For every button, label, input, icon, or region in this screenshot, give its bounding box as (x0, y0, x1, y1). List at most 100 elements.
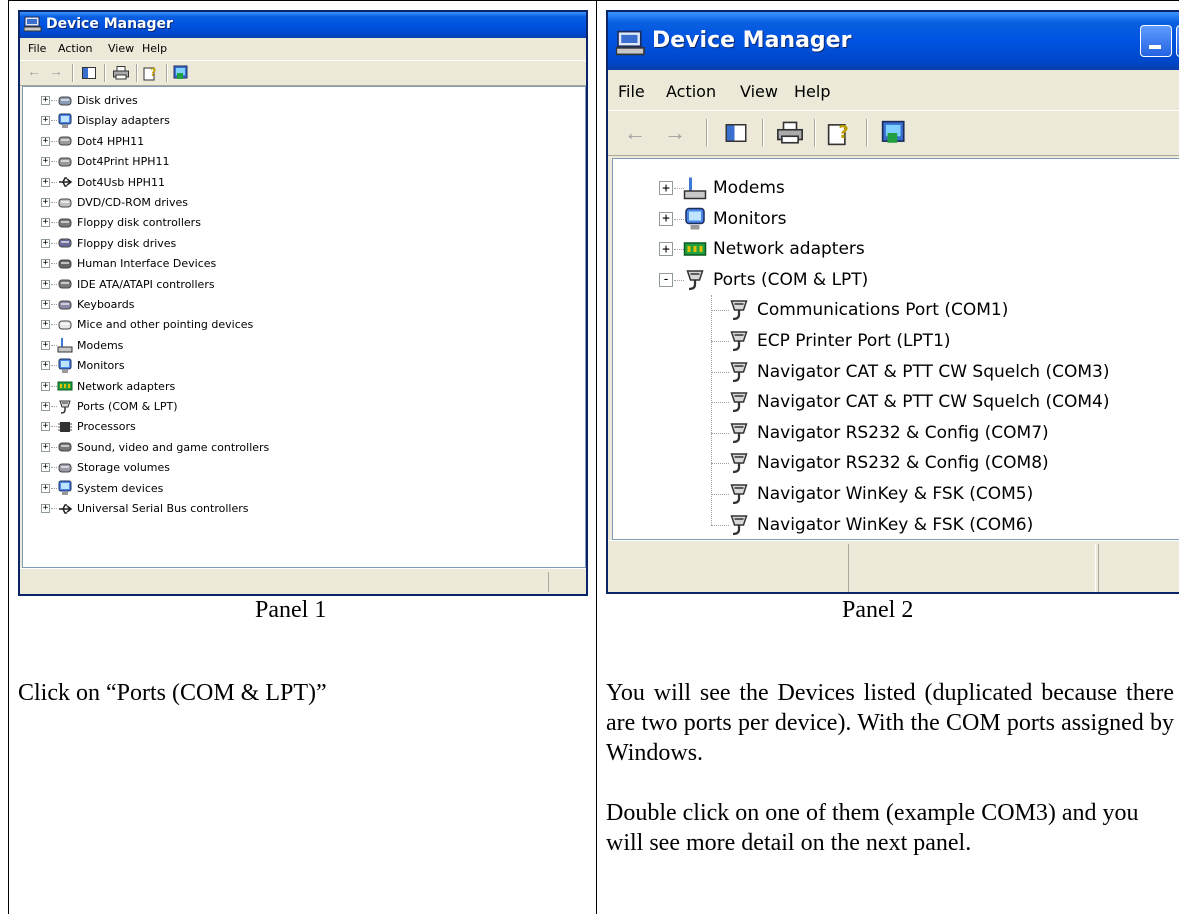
expand-toggle-icon[interactable]: + (41, 259, 50, 269)
expand-toggle-icon[interactable]: + (41, 320, 50, 330)
tree-item[interactable]: Universal Serial Bus controllers (57, 499, 248, 518)
tree-item[interactable]: Storage volumes (57, 458, 170, 477)
expand-toggle-icon[interactable]: + (41, 279, 50, 289)
expand-toggle-icon[interactable]: + (659, 211, 673, 226)
tree-item-label: Network adapters (77, 379, 176, 393)
device-manager-window-panel2: Device Manager File Action View Help ← →… (606, 10, 1179, 594)
port-list-item[interactable]: Navigator RS232 & Config (COM7) (727, 418, 1049, 448)
expand-toggle-icon[interactable]: + (41, 361, 50, 371)
help-properties-icon[interactable]: ? (142, 64, 160, 82)
tree-item[interactable]: Monitors (683, 204, 786, 234)
help-properties-icon[interactable]: ? (826, 119, 854, 147)
menu-view[interactable]: View (108, 42, 134, 55)
tree-item-label: Ports (COM & LPT) (713, 269, 869, 290)
print-icon[interactable] (776, 119, 804, 147)
tree-item-label: Processors (77, 420, 136, 434)
expand-toggle-icon[interactable]: + (41, 136, 50, 146)
tree-item[interactable]: Human Interface Devices (57, 254, 216, 273)
printer-icon (57, 133, 73, 149)
expand-toggle-icon[interactable]: + (41, 463, 50, 473)
forward-arrow-icon[interactable]: → (48, 64, 64, 82)
expand-toggle-icon[interactable]: + (41, 238, 50, 248)
tree-item[interactable]: Dot4Print HPH11 (57, 152, 170, 171)
tree-item[interactable]: Ports (COM & LPT) (57, 397, 178, 416)
tree-item-label: Dot4Print HPH11 (77, 155, 170, 169)
port-list-item[interactable]: Navigator CAT & PTT CW Squelch (COM3) (727, 357, 1109, 387)
port-list-item[interactable]: ECP Printer Port (LPT1) (727, 326, 951, 356)
controller-icon (57, 215, 73, 231)
scan-hardware-icon[interactable] (880, 119, 908, 147)
tree-item[interactable]: Floppy disk drives (57, 234, 176, 253)
expand-toggle-icon[interactable]: + (41, 483, 50, 493)
back-arrow-icon[interactable]: ← (26, 64, 42, 82)
port-label: Navigator WinKey & FSK (COM5) (757, 484, 1034, 504)
collapse-toggle-icon[interactable]: - (659, 272, 673, 287)
toolbar-separator (762, 119, 764, 147)
show-hide-console-tree-icon[interactable] (722, 119, 750, 147)
port-list-item[interactable]: Navigator WinKey & FSK (COM6) (727, 510, 1033, 539)
tree-item[interactable]: Sound, video and game controllers (57, 438, 269, 457)
expand-toggle-icon[interactable]: + (41, 504, 50, 513)
back-arrow-icon[interactable]: ← (622, 119, 648, 147)
print-icon[interactable] (112, 64, 130, 82)
tree-item[interactable]: Keyboards (57, 295, 134, 314)
port-list-item[interactable]: Navigator WinKey & FSK (COM5) (727, 479, 1033, 509)
expand-toggle-icon[interactable]: + (41, 340, 50, 350)
menu-help[interactable]: Help (794, 82, 830, 101)
expand-toggle-icon[interactable]: + (41, 177, 50, 187)
tree-item[interactable]: Mice and other pointing devices (57, 315, 253, 334)
expand-toggle-icon[interactable]: + (659, 181, 673, 195)
tree-item[interactable]: Ports (COM & LPT) (683, 265, 868, 295)
menu-file[interactable]: File (28, 42, 46, 55)
port-list-item[interactable]: Navigator CAT & PTT CW Squelch (COM4) (727, 387, 1109, 417)
expand-toggle-icon[interactable]: + (41, 218, 50, 228)
expand-toggle-icon[interactable]: + (41, 157, 50, 167)
tree-item-label: Storage volumes (77, 461, 171, 475)
menu-action[interactable]: Action (58, 42, 92, 55)
expand-toggle-icon[interactable]: + (41, 402, 50, 411)
minimize-button[interactable] (1140, 25, 1172, 57)
tree-item[interactable]: Dot4 HPH11 (57, 132, 144, 151)
expand-toggle-icon[interactable]: + (41, 198, 50, 207)
tree-item[interactable]: Floppy disk controllers (57, 213, 201, 232)
forward-arrow-icon[interactable]: → (662, 119, 688, 147)
tree-item[interactable]: Display adapters (57, 111, 170, 130)
menu-file[interactable]: File (618, 82, 645, 101)
tree-item-label: IDE ATA/ATAPI controllers (77, 277, 215, 291)
scan-hardware-icon[interactable] (172, 64, 190, 82)
expand-toggle-icon[interactable]: + (41, 96, 50, 105)
expand-toggle-icon[interactable]: + (41, 300, 50, 309)
port-list-item[interactable]: Navigator RS232 & Config (COM8) (727, 448, 1049, 478)
expand-toggle-icon[interactable]: + (41, 116, 50, 126)
usb-icon (57, 501, 73, 517)
expand-toggle-icon[interactable]: + (41, 442, 50, 452)
menu-help[interactable]: Help (142, 42, 167, 55)
tree-item[interactable]: Network adapters (683, 234, 865, 264)
monitor-icon (57, 358, 73, 374)
port-icon (57, 399, 73, 415)
port-list-item[interactable]: Communications Port (COM1) (727, 295, 1008, 325)
tree-item[interactable]: DVD/CD-ROM drives (57, 193, 188, 212)
tree-item[interactable]: Disk drives (57, 91, 138, 110)
title-bar[interactable]: Device Manager (608, 12, 1179, 70)
title-bar[interactable]: Device Manager (20, 12, 586, 38)
expand-toggle-icon[interactable]: + (41, 381, 50, 391)
expand-toggle-icon[interactable]: + (41, 422, 50, 432)
menu-view[interactable]: View (740, 82, 778, 101)
tree-item[interactable]: Processors (57, 417, 136, 436)
tree-item-label: Floppy disk drives (77, 236, 177, 250)
tree-item[interactable]: Monitors (57, 356, 125, 375)
tree-item[interactable]: Modems (683, 173, 785, 203)
tree-item-label: Dot4Usb HPH11 (77, 175, 165, 189)
toolbar-separator (866, 119, 868, 147)
tree-item[interactable]: Dot4Usb HPH11 (57, 173, 165, 192)
expand-toggle-icon[interactable]: + (659, 242, 673, 257)
show-hide-console-tree-icon[interactable] (80, 64, 98, 82)
menu-action[interactable]: Action (666, 82, 716, 101)
tree-item[interactable]: Modems (57, 336, 123, 355)
tree-item[interactable]: IDE ATA/ATAPI controllers (57, 275, 215, 294)
tree-item-label: DVD/CD-ROM drives (77, 196, 188, 209)
tree-item[interactable]: Network adapters (57, 377, 175, 396)
tree-item[interactable]: System devices (57, 479, 163, 498)
port-icon (727, 482, 751, 506)
